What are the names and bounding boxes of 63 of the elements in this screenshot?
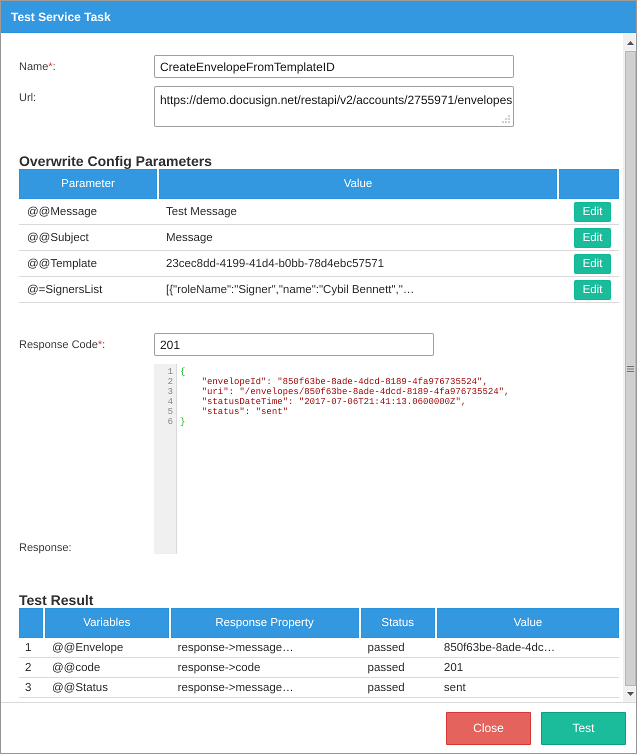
table-cell: 201 <box>436 658 619 678</box>
code-line: { <box>180 367 186 377</box>
table-cell: passed <box>360 678 436 698</box>
line-number: 4 <box>166 397 174 407</box>
response-code-field[interactable]: 201 <box>154 333 434 356</box>
column-header: Status <box>360 608 436 638</box>
field-label: Name*: <box>19 60 57 73</box>
row-number: 3 <box>19 678 44 698</box>
window-title: Test Service Task <box>11 10 111 24</box>
table-cell: response->message… <box>170 678 360 698</box>
field-label: Url: <box>19 91 38 104</box>
section-title: Overwrite Config Parameters <box>19 153 213 169</box>
table-cell: passed <box>360 638 436 658</box>
column-header: Value <box>158 169 558 199</box>
code-line: "uri": "/envelopes/850f63be-8ade-4dcd-8189-4fa976735524", <box>200 387 510 397</box>
row-number: 1 <box>19 638 44 658</box>
code-line: "statusDateTime": "2017-07-06T21:41:13.0600000Z", <box>200 397 468 407</box>
edit-button[interactable]: Edit <box>574 280 611 300</box>
section-title: Test Result <box>19 592 94 608</box>
resize-grip-icon <box>502 115 510 123</box>
edit-button[interactable]: Edit <box>574 254 611 274</box>
edit-button[interactable]: Edit <box>574 202 611 222</box>
table-cell: @=SignersList <box>19 276 158 302</box>
table-cell: passed <box>360 658 436 678</box>
table-cell: @@Envelope <box>44 638 170 658</box>
scrollbar-thumb[interactable] <box>625 51 636 686</box>
code-line: "status": "sent" <box>200 407 290 417</box>
column-header: Value <box>436 608 619 638</box>
table-cell: @@Status <box>44 678 170 698</box>
column-header: Variables <box>44 608 170 638</box>
table-cell: [{"roleName":"Signer","name":"Cybil Bennett","… <box>158 276 558 302</box>
scrollbar[interactable] <box>623 33 636 702</box>
table-cell: 23cec8dd-4199-41d4-b0bb-78d4ebc57571 <box>158 250 558 276</box>
table-cell: response->code <box>170 658 360 678</box>
line-number: 5 <box>166 407 174 417</box>
column-header: Response Property <box>170 608 360 638</box>
code-line: "envelopeId": "850f63be-8ade-4dcd-8189-4fa976735524", <box>200 377 489 387</box>
line-number: 2 <box>166 377 174 387</box>
field-label: Response: <box>19 542 73 554</box>
field-label: Response Code*: <box>19 338 106 351</box>
table-cell: @@Subject <box>19 224 158 250</box>
table-cell: @@code <box>44 658 170 678</box>
table-cell: @@Message <box>19 199 158 224</box>
table-cell: response->message… <box>170 638 360 658</box>
line-number: 6 <box>166 417 174 427</box>
code-line: } <box>180 417 186 427</box>
table-cell: 850f63be-8ade-4dc… <box>436 638 619 658</box>
edit-button[interactable]: Edit <box>574 228 611 248</box>
url-field[interactable]: https://demo.docusign.net/restapi/v2/accounts/2755971/envelopes <box>154 86 514 127</box>
name-field[interactable]: CreateEnvelopeFromTemplateID <box>154 55 514 78</box>
column-header: Parameter <box>19 169 158 199</box>
dialog-button[interactable]: Close <box>446 712 531 744</box>
dialog-button[interactable]: Test <box>541 712 626 744</box>
table-cell: Test Message <box>158 199 558 224</box>
line-number: 3 <box>166 387 174 397</box>
scroll-down-icon[interactable] <box>627 692 634 696</box>
grip-icon <box>627 366 634 372</box>
table-cell: sent <box>436 678 619 698</box>
table-cell: Message <box>158 224 558 250</box>
table-cell: @@Template <box>19 250 158 276</box>
row-number: 2 <box>19 658 44 678</box>
line-number: 1 <box>166 367 174 377</box>
scroll-up-icon[interactable] <box>627 41 634 45</box>
